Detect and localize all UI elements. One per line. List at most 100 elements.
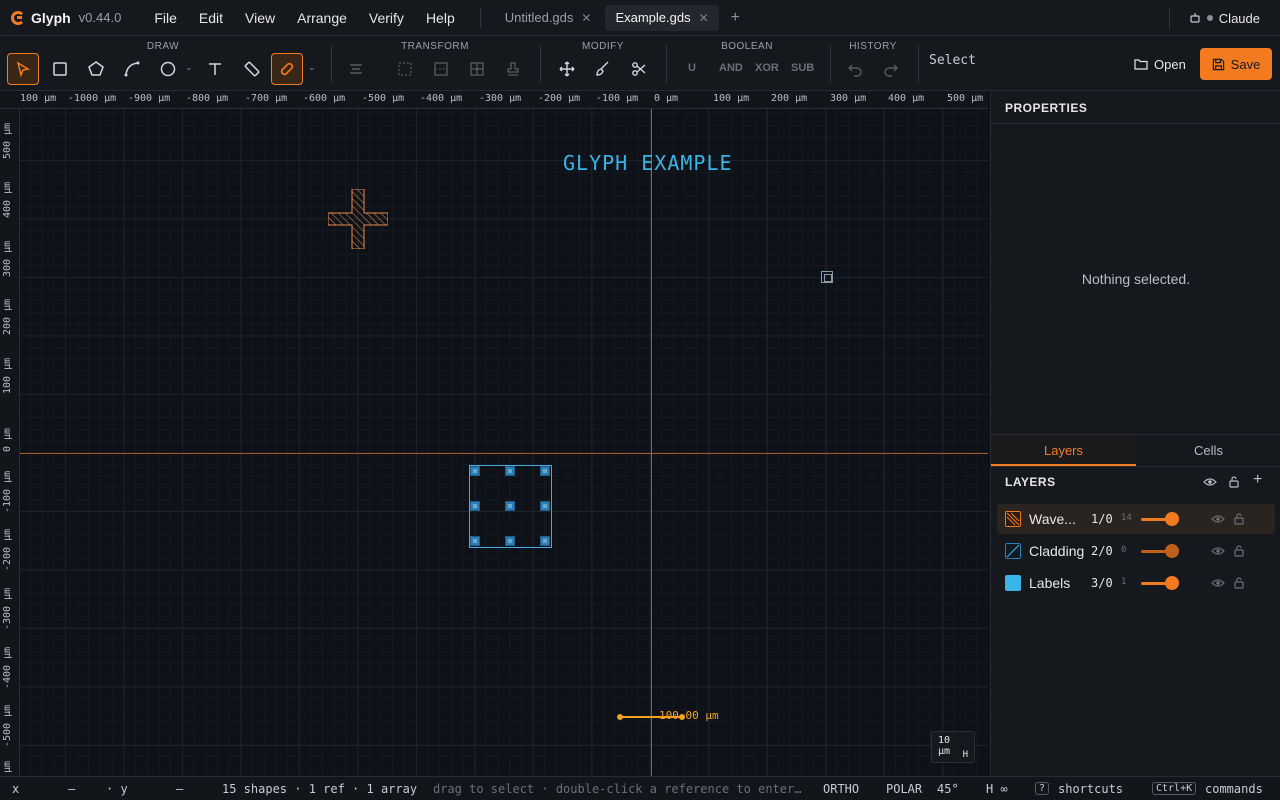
array-pad xyxy=(470,466,480,476)
menu-arrange[interactable]: Arrange xyxy=(286,0,358,36)
snap-tool-button[interactable] xyxy=(271,53,303,85)
user-divider xyxy=(1169,7,1170,29)
ruler-top-label: -1000 µm xyxy=(68,93,117,104)
menu-edit[interactable]: Edit xyxy=(188,0,234,36)
layer-number: 1/0 xyxy=(1091,512,1113,526)
magnet-icon xyxy=(280,62,294,76)
layer-opacity-knob[interactable] xyxy=(1165,544,1179,558)
layer-name: Labels xyxy=(1029,575,1071,591)
open-label: Open xyxy=(1154,56,1186,72)
layout-canvas[interactable]: GLYPH EXAMPLE 100.00 µm 10 µm H xyxy=(20,109,988,776)
commands-link[interactable]: commands xyxy=(1205,782,1263,796)
array-pad xyxy=(470,501,480,511)
tab-untitled[interactable]: Untitled.gds ✕ xyxy=(495,5,602,31)
unlock-icon[interactable] xyxy=(1233,512,1245,526)
ruler-top-label: -700 µm xyxy=(245,93,288,104)
layer-row-cladding[interactable]: Cladding 2/0 0 xyxy=(997,536,1275,566)
boolean-xor-button[interactable]: XOR xyxy=(755,62,779,74)
origin-axis-y xyxy=(651,109,652,776)
panel-tabs: Layers Cells xyxy=(991,434,1280,467)
close-icon[interactable]: ✕ xyxy=(699,11,709,25)
add-tab-icon[interactable]: + xyxy=(731,9,740,27)
ruler-left-label: µm xyxy=(2,760,13,773)
ortho-toggle[interactable]: ORTHO xyxy=(823,782,859,796)
boolean-union-button[interactable]: U xyxy=(688,62,696,74)
layers-title: LAYERS xyxy=(1005,475,1056,489)
ruler-top-label: -900 µm xyxy=(128,93,171,104)
menu-bar: Glyph v0.44.0 File Edit View Arrange Ver… xyxy=(0,0,1280,36)
ruler-left: 500 µm 400 µm 300 µm 200 µm 100 µm 0 µm … xyxy=(0,109,20,776)
stamp-tool-button[interactable] xyxy=(497,53,529,85)
save-label: Save xyxy=(1230,56,1261,72)
menu-view[interactable]: View xyxy=(234,0,286,36)
unlock-icon[interactable] xyxy=(1233,544,1245,558)
polygon-tool-button[interactable] xyxy=(80,53,112,85)
right-panel: PROPERTIES Nothing selected. Layers Cell… xyxy=(990,91,1280,776)
cut-tool-button[interactable] xyxy=(623,53,655,85)
user-badge[interactable]: Claude xyxy=(1189,0,1260,36)
redo-button[interactable] xyxy=(875,53,907,85)
flip-tool-button[interactable] xyxy=(425,53,457,85)
text-tool-button[interactable] xyxy=(199,53,231,85)
tab-example[interactable]: Example.gds ✕ xyxy=(605,4,719,31)
ruler-left-label: -400 µm xyxy=(2,646,13,689)
eye-icon[interactable] xyxy=(1211,513,1225,525)
layer-opacity-knob[interactable] xyxy=(1165,512,1179,526)
waveguide-cross-shape[interactable] xyxy=(328,189,388,249)
menu-file[interactable]: File xyxy=(143,0,188,36)
grid-icon xyxy=(470,62,484,76)
save-button[interactable]: Save xyxy=(1200,48,1272,80)
layer-row-waveguide[interactable]: Wave... 1/0 14 xyxy=(997,504,1275,534)
polar-angle[interactable]: 45° xyxy=(937,782,959,796)
eye-icon[interactable] xyxy=(1203,475,1217,489)
status-dot xyxy=(1206,15,1213,21)
layer-opacity-knob[interactable] xyxy=(1165,576,1179,590)
cursor-icon xyxy=(16,61,31,78)
boolean-sub-button[interactable]: SUB xyxy=(791,62,814,74)
layer-number: 2/0 xyxy=(1091,544,1113,558)
pad-array[interactable] xyxy=(469,465,552,548)
toolbar: DRAW TRANSFORM MODIFY BOOLEAN HISTORY ⌄ … xyxy=(0,36,1280,91)
tab-cells[interactable]: Cells xyxy=(1136,435,1280,466)
close-icon[interactable]: ✕ xyxy=(581,11,591,25)
chevron-down-icon[interactable]: ⌄ xyxy=(308,62,316,73)
align-tool-button[interactable] xyxy=(340,53,372,85)
path-tool-button[interactable] xyxy=(116,53,148,85)
paint-tool-button[interactable] xyxy=(587,53,619,85)
tab-layers[interactable]: Layers xyxy=(991,435,1136,466)
circle-tool-button[interactable] xyxy=(152,53,184,85)
canvas-label-text[interactable]: GLYPH EXAMPLE xyxy=(563,151,733,175)
add-layer-icon[interactable]: + xyxy=(1253,471,1262,489)
distribute-icon xyxy=(398,62,412,76)
redo-icon xyxy=(884,64,898,77)
boolean-and-button[interactable]: AND xyxy=(719,62,743,74)
ruler-top-label: 0 µm xyxy=(654,93,679,104)
move-tool-button[interactable] xyxy=(551,53,583,85)
menu-help[interactable]: Help xyxy=(415,0,466,36)
unlock-icon[interactable] xyxy=(1233,576,1245,590)
polar-toggle[interactable]: POLAR xyxy=(886,782,922,796)
cell-reference[interactable] xyxy=(821,271,833,283)
eye-icon[interactable] xyxy=(1211,577,1225,589)
toolbar-divider xyxy=(830,45,831,83)
rectangle-tool-button[interactable] xyxy=(44,53,76,85)
layer-row-labels[interactable]: Labels 3/0 1 xyxy=(997,568,1275,598)
grid-array-tool-button[interactable] xyxy=(461,53,493,85)
layer-swatch-hatch xyxy=(1005,511,1021,527)
distribute-tool-button[interactable] xyxy=(389,53,421,85)
unlock-icon[interactable] xyxy=(1227,475,1241,489)
open-button[interactable]: Open xyxy=(1124,49,1196,79)
ruler-left-label: 300 µm xyxy=(2,240,13,277)
ruler-tool-button[interactable] xyxy=(236,53,268,85)
group-title-modify: MODIFY xyxy=(582,41,624,52)
shortcuts-link[interactable]: shortcuts xyxy=(1058,782,1123,796)
shortcuts-key[interactable]: ? xyxy=(1035,782,1050,795)
eye-icon[interactable] xyxy=(1211,545,1225,557)
select-tool-button[interactable] xyxy=(7,53,39,85)
undo-button[interactable] xyxy=(839,53,871,85)
menu-verify[interactable]: Verify xyxy=(358,0,415,36)
chevron-down-icon[interactable]: ⌄ xyxy=(185,62,193,73)
empty-selection-text: Nothing selected. xyxy=(1081,271,1191,287)
commands-key[interactable]: Ctrl+K xyxy=(1152,782,1197,795)
grid-size-label: 10 µm xyxy=(938,735,951,757)
